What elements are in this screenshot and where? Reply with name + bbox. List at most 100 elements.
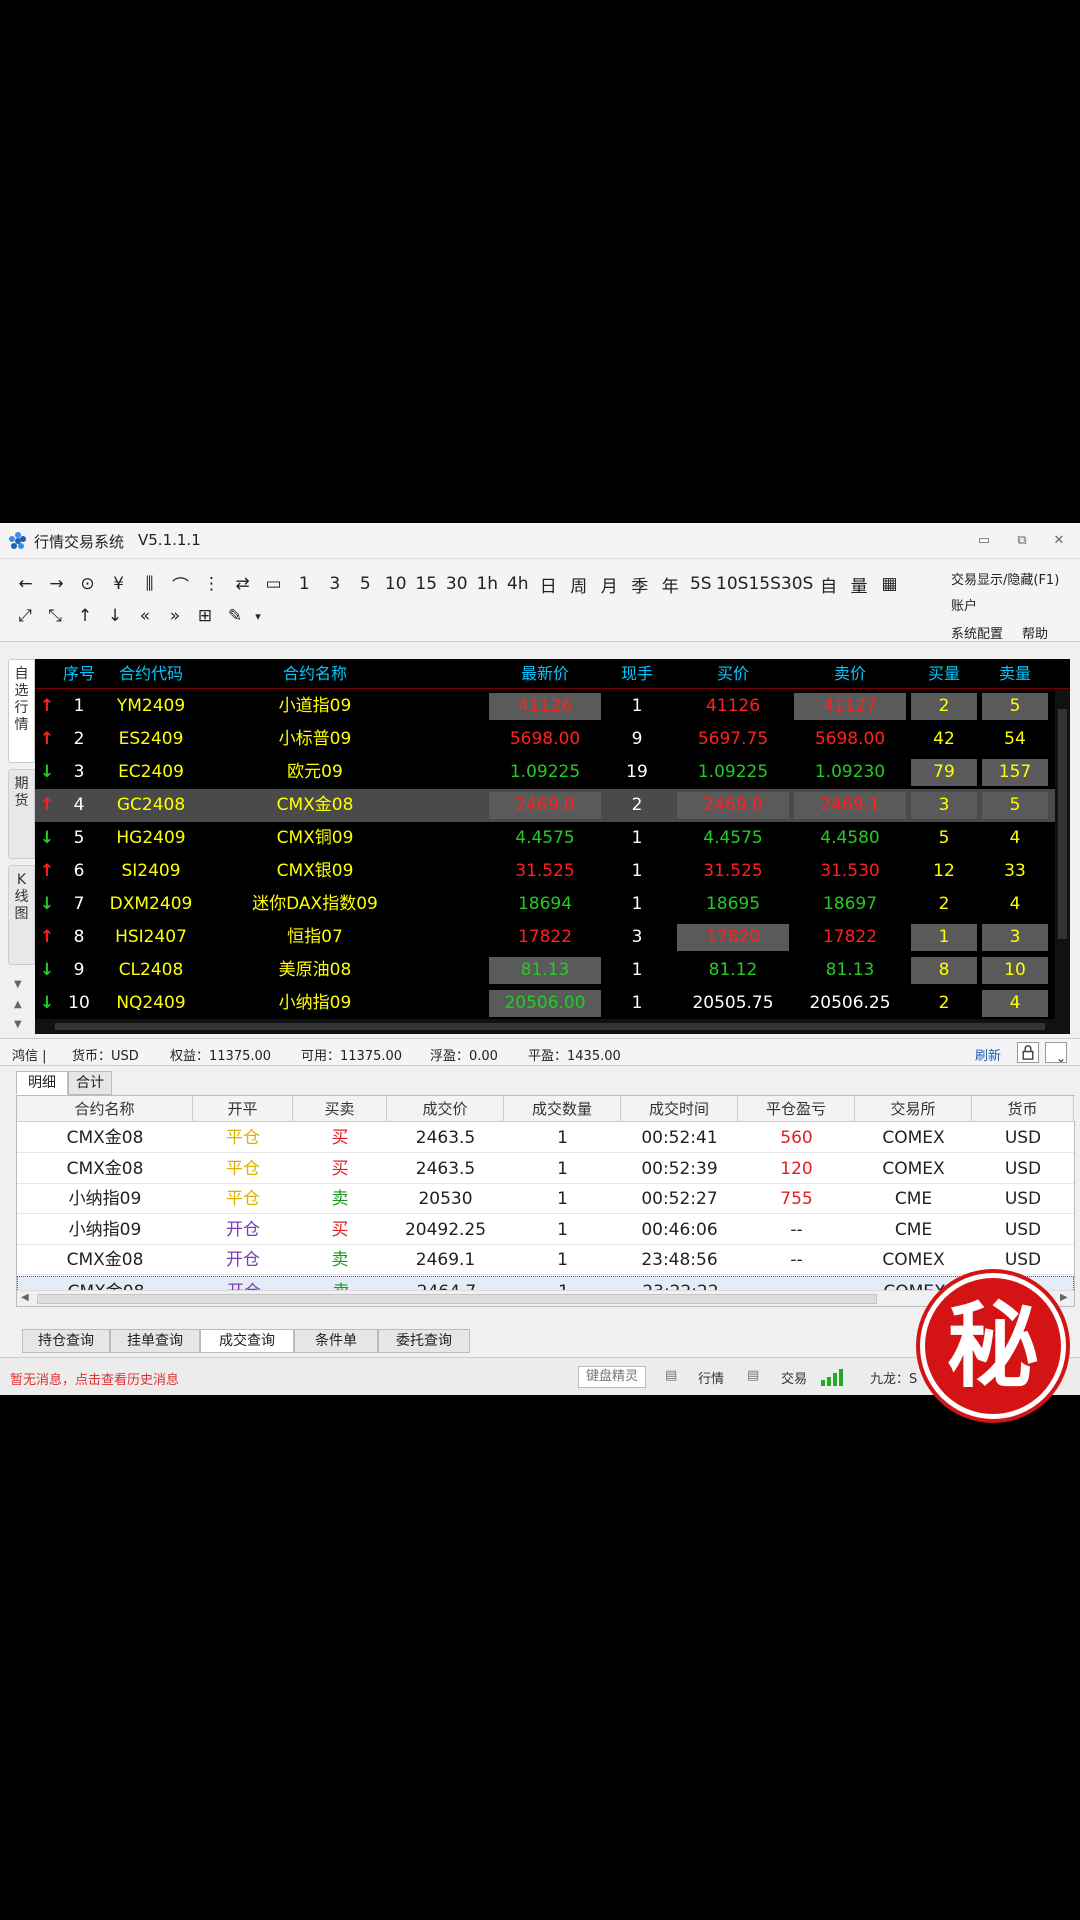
toolbar-button-12[interactable]: 10 [381, 574, 412, 594]
trade-header-name[interactable]: 合约名称 [17, 1096, 193, 1122]
toolbar-button-22[interactable]: 5S [686, 574, 717, 594]
toolbar-button-25[interactable]: 30S [781, 574, 813, 594]
quote-row[interactable]: ↑ 1 YM2409 小道指09 41126 1 41126 41127 2 5 [35, 690, 1055, 723]
quote-header-bq[interactable]: 买量 [909, 659, 979, 689]
toolbar-button-18[interactable]: 周 [564, 572, 595, 597]
quote-header-code[interactable]: 合约代码 [99, 659, 203, 689]
lock-button[interactable] [1017, 1042, 1039, 1063]
toolbar-tool-6[interactable]: ⊞ [190, 606, 220, 626]
scroll-up-icon[interactable]: ▲ [14, 999, 22, 1010]
refresh-button[interactable]: 刷新 [975, 1045, 1001, 1064]
minimize-button[interactable]: ▭ [975, 532, 993, 550]
toolbar-button-28[interactable]: ▦ [874, 574, 905, 594]
collapse-button[interactable]: ⌄ [1045, 1042, 1067, 1065]
toolbar-button-15[interactable]: 1h [472, 574, 503, 594]
toolbar-tool-0[interactable]: ⤢ [10, 606, 40, 626]
message-link[interactable]: 暂无消息，点击查看历史消息 [10, 1369, 179, 1388]
tab-watchlist[interactable]: 自选行情 [8, 659, 35, 763]
scrollbar-thumb[interactable] [1058, 709, 1067, 939]
tab-conditional-order[interactable]: 条件单 [294, 1329, 378, 1353]
toolbar-button-20[interactable]: 季 [625, 572, 656, 597]
toolbar-tool-2[interactable]: ↑ [70, 606, 100, 626]
quote-row[interactable]: ↑ 4 GC2408 CMX金08 2469.0 2 2469.0 2469.1 3 5 [35, 789, 1055, 822]
help-menu[interactable]: 帮助 [1022, 623, 1048, 642]
toolbar-button-9[interactable]: 1 [289, 574, 320, 594]
toolbar-tool-5[interactable]: » [160, 606, 190, 626]
toolbar-button-1[interactable]: → [41, 574, 72, 594]
toolbar-tool-1[interactable]: ⤡ [40, 606, 70, 626]
maximize-button[interactable]: ⧉ [1013, 532, 1031, 550]
trade-header-oc[interactable]: 开平 [193, 1096, 293, 1122]
toolbar-button-14[interactable]: 30 [442, 574, 473, 594]
toolbar-button-10[interactable]: 3 [320, 574, 351, 594]
toolbar-button-3[interactable]: ¥ [103, 574, 134, 594]
quote-horizontal-scrollbar[interactable] [35, 1019, 1070, 1034]
trade-header-cur[interactable]: 货币 [972, 1096, 1074, 1122]
quote-header-vol[interactable]: 现手 [607, 659, 667, 689]
toolbar-button-16[interactable]: 4h [503, 574, 534, 594]
tab-summary[interactable]: 合计 [68, 1071, 112, 1095]
toolbar-button-4[interactable]: ⫼ [134, 574, 165, 594]
trade-row[interactable]: CMX金08 平仓 买 2463.5 1 00:52:41 560 COMEX USD [17, 1123, 1074, 1153]
toolbar-button-0[interactable]: ← [10, 574, 41, 594]
toggle-trade-panel-button[interactable]: 交易显示/隐藏(F1) [951, 569, 1059, 588]
tab-futures[interactable]: 期货 [8, 769, 35, 859]
quote-header-aq[interactable]: 卖量 [980, 659, 1050, 689]
toolbar-button-27[interactable]: 量 [844, 572, 875, 597]
toolbar-tool-4[interactable]: « [130, 606, 160, 626]
quote-row[interactable]: ↑ 8 HSI2407 恒指07 17822 3 17820 17822 1 3 [35, 921, 1055, 954]
tab-detail[interactable]: 明细 [16, 1071, 68, 1095]
quote-row[interactable]: ↓ 5 HG2409 CMX铜09 4.4575 1 4.4575 4.4580 5 4 [35, 822, 1055, 855]
trade-header-time[interactable]: 成交时间 [621, 1096, 738, 1122]
keyboard-wizard-input[interactable]: 键盘精灵 [578, 1366, 646, 1388]
quote-row[interactable]: ↓ 10 NQ2409 小纳指09 20506.00 1 20505.75 20506.25 2… [35, 987, 1055, 1020]
account-menu[interactable]: 账户 [951, 595, 977, 614]
toolbar-button-8[interactable]: ▭ [258, 574, 289, 594]
toolbar-button-26[interactable]: 自 [813, 572, 844, 597]
toolbar-button-5[interactable]: ⌒ [165, 572, 196, 597]
trade-header-pl[interactable]: 平仓盈亏 [738, 1096, 855, 1122]
toolbar-tool-3[interactable]: ↓ [100, 606, 130, 626]
toolbar-button-11[interactable]: 5 [350, 574, 381, 594]
trade-horizontal-scrollbar[interactable]: ◀ ▶ [17, 1290, 1074, 1306]
scroll-down-small-icon[interactable]: ▼ [14, 1019, 22, 1030]
tab-trade-query[interactable]: 成交查询 [200, 1329, 294, 1353]
scrollbar-thumb[interactable] [55, 1023, 1045, 1030]
toolbar-button-6[interactable]: ⋮ [196, 574, 227, 594]
scroll-right-icon[interactable]: ▶ [1060, 1292, 1068, 1303]
quote-header-bid[interactable]: 买价 [675, 659, 791, 689]
toolbar-button-23[interactable]: 10S [716, 574, 748, 594]
quote-header-last[interactable]: 最新价 [487, 659, 603, 689]
trade-header-price[interactable]: 成交价 [387, 1096, 504, 1122]
trade-header-ex[interactable]: 交易所 [855, 1096, 972, 1122]
quote-row[interactable]: ↑ 6 SI2409 CMX银09 31.525 1 31.525 31.530 12 33 [35, 855, 1055, 888]
quote-header-no[interactable]: 序号 [59, 659, 99, 689]
quote-row[interactable]: ↓ 3 EC2409 欧元09 1.09225 19 1.09225 1.09230 79 157 [35, 756, 1055, 789]
tab-pending-order-query[interactable]: 挂单查询 [110, 1329, 200, 1353]
toolbar-button-17[interactable]: 日 [533, 572, 564, 597]
close-button[interactable]: ✕ [1050, 532, 1068, 550]
toolbar-tool-8[interactable]: ▾ [250, 610, 266, 623]
trade-row[interactable]: CMX金08 平仓 买 2463.5 1 00:52:39 120 COMEX USD [17, 1154, 1074, 1184]
quote-row[interactable]: ↓ 7 DXM2409 迷你DAX指数09 18694 1 18695 18697 2 4 [35, 888, 1055, 921]
toolbar-button-2[interactable]: ⊙ [72, 574, 103, 594]
trade-row[interactable]: 小纳指09 开仓 买 20492.25 1 00:46:06 -- CME USD [17, 1215, 1074, 1245]
toolbar-button-13[interactable]: 15 [411, 574, 442, 594]
quote-row[interactable]: ↓ 9 CL2408 美原油08 81.13 1 81.12 81.13 8 10 [35, 954, 1055, 987]
scrollbar-thumb[interactable] [37, 1294, 877, 1304]
trade-row[interactable]: 小纳指09 平仓 卖 20530 1 00:52:27 755 CME USD [17, 1184, 1074, 1214]
tab-kline[interactable]: K线图 [8, 865, 35, 965]
scroll-left-icon[interactable]: ◀ [21, 1292, 29, 1303]
toolbar-button-7[interactable]: ⇄ [227, 574, 258, 594]
tab-position-query[interactable]: 持仓查询 [22, 1329, 110, 1353]
scroll-down-icon[interactable]: ▼ [14, 979, 22, 990]
toolbar-button-24[interactable]: 15S [748, 574, 780, 594]
quote-header-name[interactable]: 合约名称 [205, 659, 425, 689]
trade-row[interactable]: CMX金08 开仓 卖 2469.1 1 23:48:56 -- COMEX USD [17, 1245, 1074, 1275]
quote-vertical-scrollbar[interactable] [1055, 689, 1070, 1019]
trade-header-bs[interactable]: 买卖 [293, 1096, 387, 1122]
quote-row[interactable]: ↑ 2 ES2409 小标普09 5698.00 9 5697.75 5698.00 42 54 [35, 723, 1055, 756]
trade-header-qty[interactable]: 成交数量 [504, 1096, 621, 1122]
quote-header-ask[interactable]: 卖价 [792, 659, 908, 689]
toolbar-button-19[interactable]: 月 [594, 572, 625, 597]
